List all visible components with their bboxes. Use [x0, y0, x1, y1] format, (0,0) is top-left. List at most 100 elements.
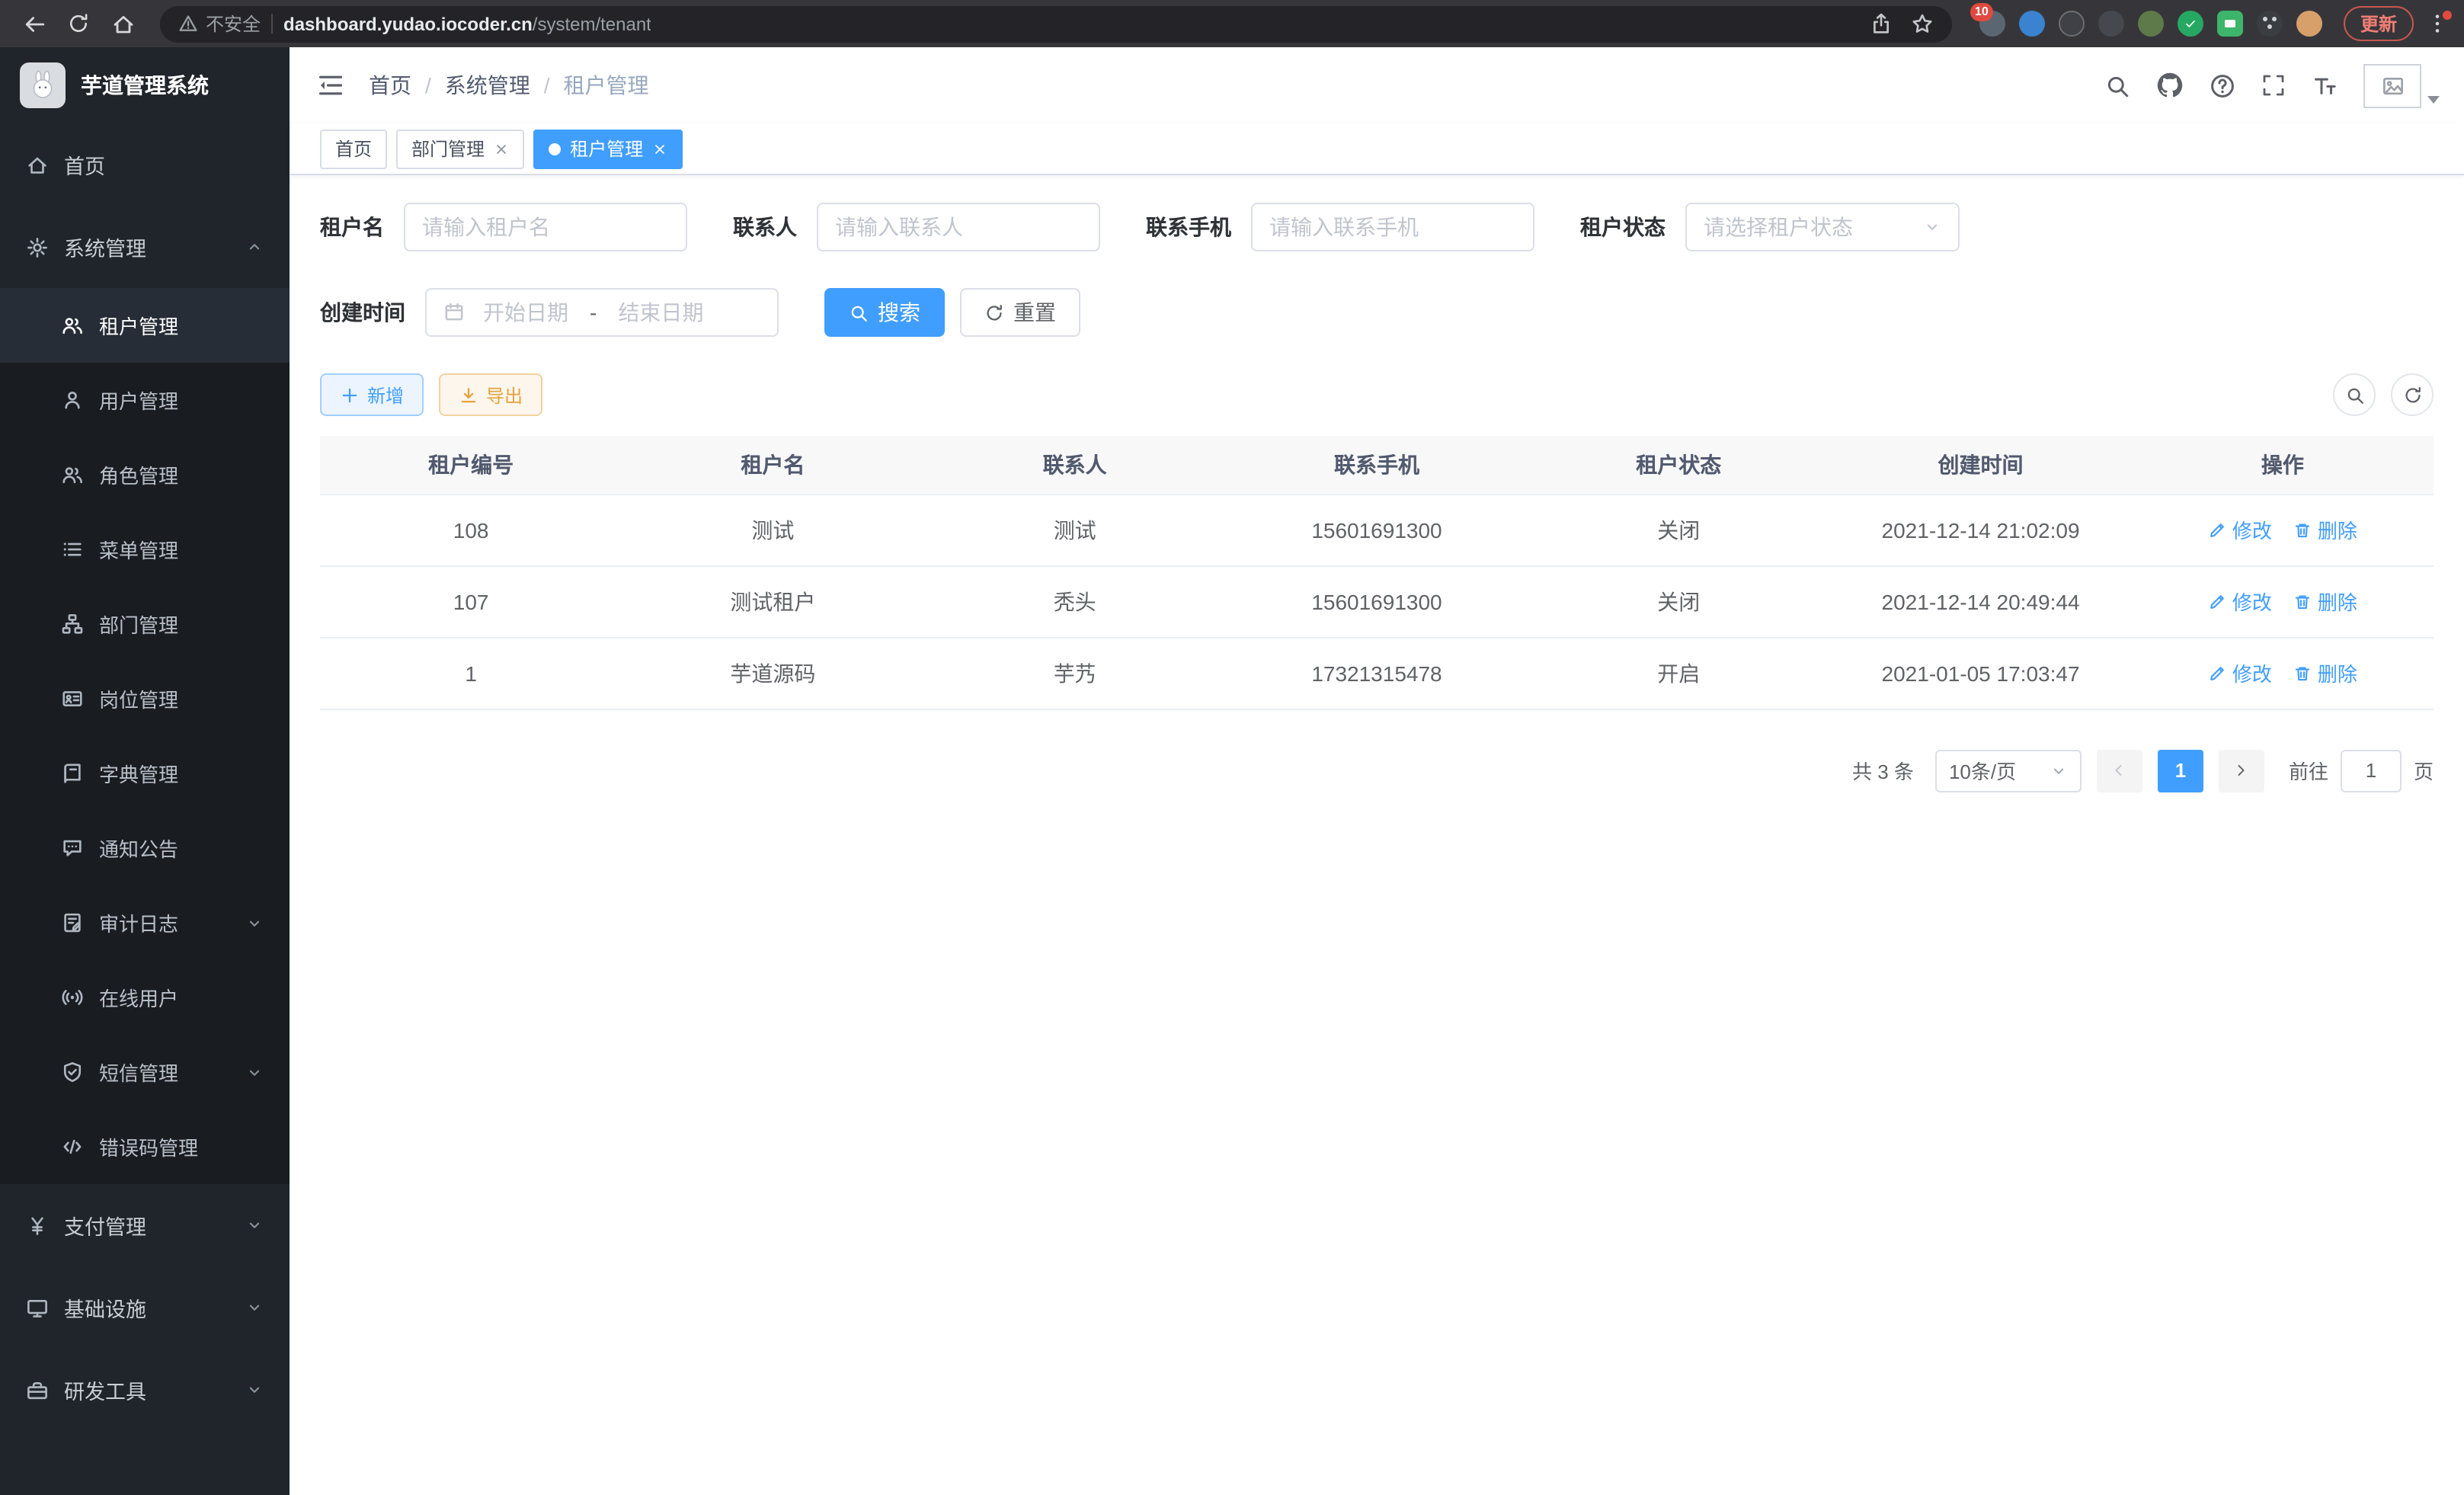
phone-field[interactable]: [1269, 215, 1516, 239]
col-tenant-id: 租户编号: [320, 436, 622, 494]
filter-row-2: 创建时间 - 搜索 重置: [320, 288, 2434, 337]
browser-home-button[interactable]: [104, 5, 142, 43]
tab-tenant[interactable]: 租户管理: [533, 129, 683, 168]
browser-extension-icon-4[interactable]: [2098, 11, 2124, 37]
sidebar-item-sms[interactable]: 短信管理: [0, 1035, 290, 1109]
status-label: 租户状态: [1580, 212, 1666, 242]
fullscreen-button[interactable]: [2261, 73, 2286, 98]
list-icon: [61, 538, 84, 561]
share-icon[interactable]: [1870, 12, 1893, 35]
sidebar-item-online-users[interactable]: 在线用户: [0, 960, 290, 1035]
page-size-select[interactable]: 10条/页: [1935, 749, 2082, 792]
date-start-field[interactable]: [471, 300, 581, 325]
sidebar-item-error-code[interactable]: 错误码管理: [0, 1109, 290, 1184]
search-button[interactable]: 搜索: [824, 288, 945, 337]
font-size-button[interactable]: [2312, 72, 2338, 98]
tenant-name-field[interactable]: [422, 215, 669, 239]
sidebar-item-payment[interactable]: 支付管理: [0, 1184, 290, 1266]
sidebar-collapse-button[interactable]: [317, 72, 344, 99]
delete-button[interactable]: 删除: [2293, 587, 2357, 616]
sidebar-item-role[interactable]: 角色管理: [0, 437, 290, 512]
sidebar-item-post[interactable]: 岗位管理: [0, 661, 290, 736]
browser-menu-button[interactable]: [2426, 12, 2449, 35]
browser-extension-icon-5[interactable]: [2138, 11, 2164, 37]
cell-created: 2021-01-05 17:03:47: [1829, 637, 2131, 709]
github-link-button[interactable]: [2156, 72, 2184, 99]
sidebar-item-label: 租户管理: [99, 311, 178, 340]
sidebar-item-dev-tools[interactable]: 研发工具: [0, 1349, 290, 1431]
sidebar-item-infrastructure[interactable]: 基础设施: [0, 1266, 290, 1349]
toggle-search-button[interactable]: [2333, 373, 2376, 416]
calendar-icon: [443, 302, 465, 323]
edit-button[interactable]: 修改: [2208, 658, 2272, 687]
date-range-picker[interactable]: -: [425, 288, 779, 337]
shield-icon: [61, 1061, 84, 1084]
sidebar-item-system[interactable]: 系统管理: [0, 206, 290, 288]
goto-page-input[interactable]: [2341, 749, 2402, 792]
browser-extension-icon-2[interactable]: [2019, 11, 2045, 37]
close-icon[interactable]: [494, 141, 509, 156]
delete-label: 删除: [2318, 515, 2357, 544]
user-avatar-menu[interactable]: [2363, 63, 2440, 107]
cell-status: 关闭: [1528, 565, 1829, 637]
address-bar[interactable]: 不安全 dashboard.yudao.iocoder.cn/system/te…: [160, 5, 1952, 42]
profile-avatar[interactable]: [2296, 11, 2322, 37]
contact-input[interactable]: [817, 203, 1100, 251]
sidebar-item-notice[interactable]: 通知公告: [0, 811, 290, 885]
sidebar-item-menu[interactable]: 菜单管理: [0, 512, 290, 587]
export-button[interactable]: 导出: [439, 373, 542, 416]
contact-field[interactable]: [835, 215, 1082, 239]
close-icon[interactable]: [652, 141, 667, 156]
browser-extension-icon-8[interactable]: [2257, 11, 2283, 37]
app-logo[interactable]: 芋道管理系统: [0, 47, 290, 123]
sidebar-item-audit-log[interactable]: 审计日志: [0, 885, 290, 960]
browser-extension-icon-7[interactable]: [2217, 11, 2243, 37]
sidebar: 芋道管理系统 首页 系统管理 租户管理 用户管理: [0, 47, 290, 1495]
next-page-button[interactable]: [2219, 749, 2264, 792]
tenant-name-input[interactable]: [404, 203, 687, 251]
header-search-button[interactable]: [2104, 72, 2130, 98]
browser-extension-icon-3[interactable]: [2059, 11, 2085, 37]
sidebar-item-dict[interactable]: 字典管理: [0, 736, 290, 811]
logo-rabbit-icon: [20, 62, 66, 108]
cell-phone: 17321315478: [1226, 637, 1528, 709]
sidebar-item-label: 研发工具: [64, 1375, 146, 1405]
edit-button[interactable]: 修改: [2208, 587, 2272, 616]
help-doc-button[interactable]: [2210, 72, 2235, 98]
cell-created: 2021-12-14 21:02:09: [1829, 494, 2131, 565]
edit-pencil-icon: [2208, 664, 2226, 682]
browser-back-button[interactable]: [15, 5, 53, 43]
sidebar-item-dept[interactable]: 部门管理: [0, 587, 290, 661]
trash-icon: [2293, 520, 2312, 539]
prev-page-button[interactable]: [2097, 749, 2142, 792]
browser-extension-icon-6[interactable]: [2178, 11, 2203, 37]
browser-update-button[interactable]: 更新: [2344, 6, 2414, 41]
delete-button[interactable]: 删除: [2293, 658, 2357, 687]
reset-button[interactable]: 重置: [960, 288, 1080, 337]
page-number-button[interactable]: 1: [2158, 749, 2203, 792]
browser-extension-icon-1[interactable]: 10: [1979, 11, 2005, 37]
breadcrumb-system[interactable]: 系统管理: [445, 70, 530, 101]
phone-input[interactable]: [1251, 203, 1534, 251]
url-domain: dashboard.yudao.iocoder.cn: [283, 13, 533, 34]
breadcrumb-home[interactable]: 首页: [369, 70, 411, 101]
bookmark-star-icon[interactable]: [1911, 12, 1934, 35]
users-icon: [61, 314, 84, 337]
book-icon: [61, 762, 84, 785]
sidebar-item-user[interactable]: 用户管理: [0, 363, 290, 437]
refresh-table-button[interactable]: [2391, 373, 2434, 416]
status-select[interactable]: 请选择租户状态: [1685, 203, 1960, 251]
sidebar-item-home[interactable]: 首页: [0, 123, 290, 206]
add-button[interactable]: 新增: [320, 373, 424, 416]
tab-home[interactable]: 首页: [320, 129, 387, 168]
col-actions: 操作: [2132, 436, 2434, 494]
col-contact: 联系人: [924, 436, 1226, 494]
edit-button[interactable]: 修改: [2208, 515, 2272, 544]
sidebar-item-tenant[interactable]: 租户管理: [0, 288, 290, 363]
date-end-field[interactable]: [606, 300, 715, 325]
security-chip[interactable]: 不安全: [178, 11, 261, 37]
browser-reload-button[interactable]: [59, 5, 98, 43]
delete-label: 删除: [2318, 658, 2357, 687]
delete-button[interactable]: 删除: [2293, 515, 2357, 544]
tab-dept[interactable]: 部门管理: [396, 129, 524, 168]
